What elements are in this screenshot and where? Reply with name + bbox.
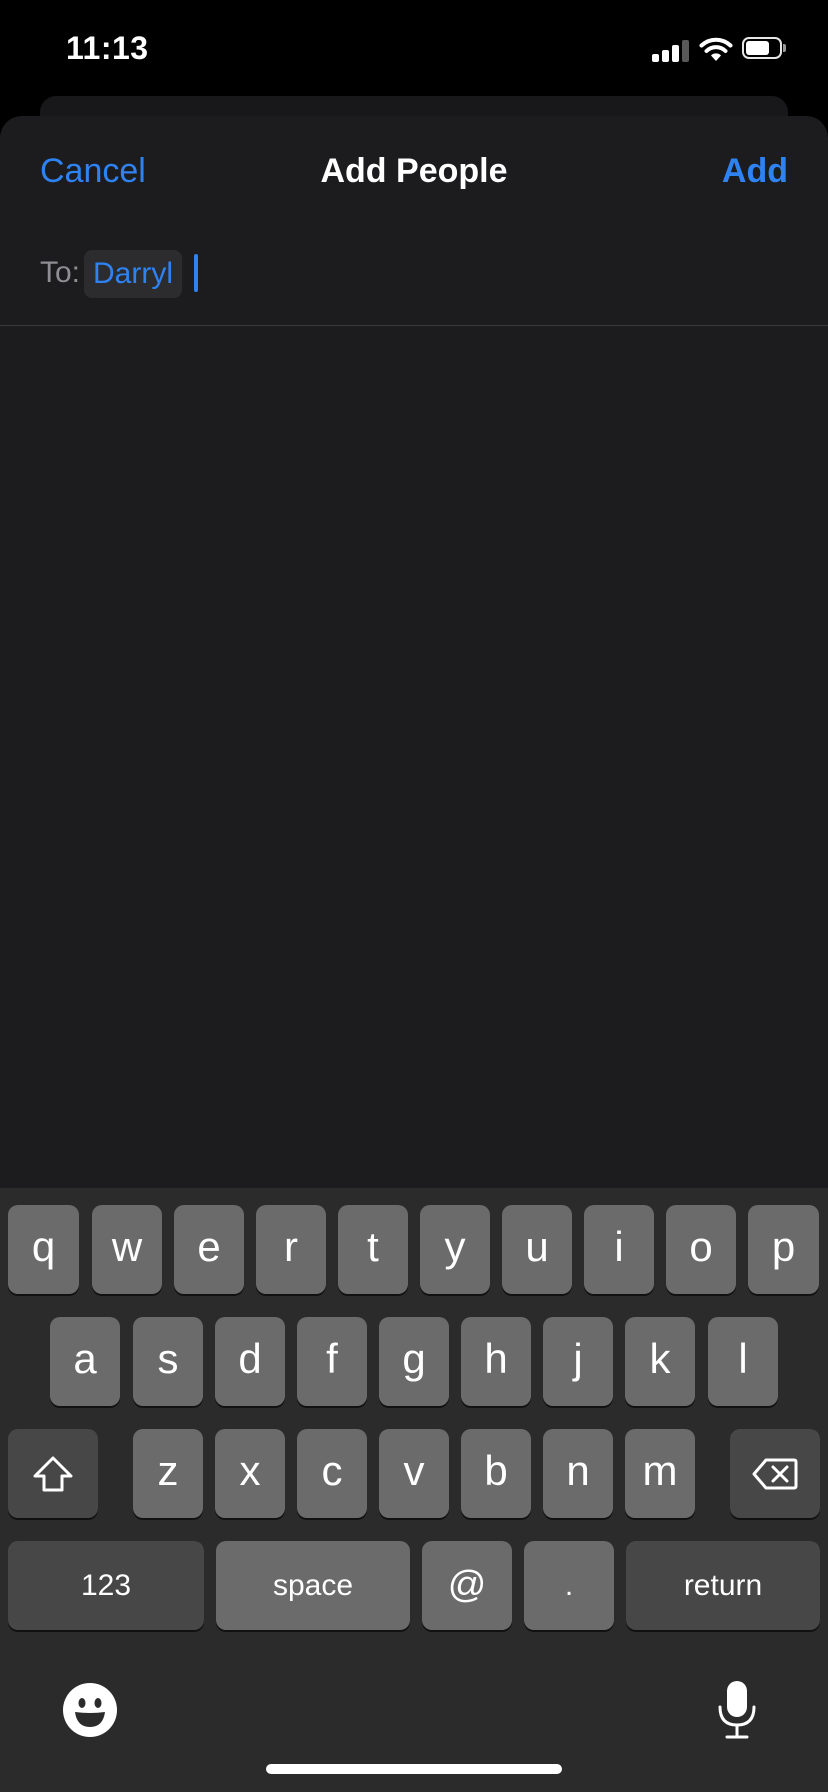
key-s[interactable]: s	[133, 1317, 203, 1406]
emoji-button[interactable]	[61, 1681, 119, 1739]
key-j[interactable]: j	[543, 1317, 613, 1406]
emoji-icon	[63, 1683, 117, 1737]
add-button[interactable]: Add	[722, 152, 788, 191]
at-key[interactable]: @	[422, 1541, 512, 1630]
recipient-token[interactable]: Darryl	[84, 250, 182, 298]
key-d[interactable]: d	[215, 1317, 285, 1406]
key-w[interactable]: w	[92, 1205, 162, 1294]
key-i[interactable]: i	[584, 1205, 654, 1294]
key-b[interactable]: b	[461, 1429, 531, 1518]
key-z[interactable]: z	[133, 1429, 203, 1518]
key-v[interactable]: v	[379, 1429, 449, 1518]
page-title: Add People	[320, 152, 508, 190]
backspace-key[interactable]	[730, 1429, 820, 1518]
key-f[interactable]: f	[297, 1317, 367, 1406]
to-label: To:	[40, 256, 81, 289]
backspace-icon	[752, 1458, 798, 1489]
key-a[interactable]: a	[50, 1317, 120, 1406]
key-t[interactable]: t	[338, 1205, 408, 1294]
space-key[interactable]: space	[216, 1541, 410, 1630]
status-bar: 11:13	[0, 0, 828, 96]
numbers-key[interactable]: 123	[8, 1541, 204, 1630]
key-l[interactable]: l	[708, 1317, 778, 1406]
key-y[interactable]: y	[420, 1205, 490, 1294]
shift-icon	[33, 1456, 73, 1491]
key-g[interactable]: g	[379, 1317, 449, 1406]
recipient-field[interactable]: To: Darryl	[0, 246, 828, 324]
key-m[interactable]: m	[625, 1429, 695, 1518]
key-p[interactable]: p	[748, 1205, 819, 1294]
dictation-button[interactable]	[714, 1679, 760, 1741]
return-key[interactable]: return	[626, 1541, 820, 1630]
divider	[0, 325, 828, 326]
status-time: 11:13	[66, 30, 149, 66]
text-cursor	[194, 254, 198, 292]
dot-key[interactable]: .	[524, 1541, 614, 1630]
key-x[interactable]: x	[215, 1429, 285, 1518]
cancel-button[interactable]: Cancel	[40, 152, 146, 191]
wifi-icon	[699, 36, 733, 62]
home-indicator[interactable]	[266, 1764, 562, 1774]
key-n[interactable]: n	[543, 1429, 613, 1518]
key-u[interactable]: u	[502, 1205, 572, 1294]
key-k[interactable]: k	[625, 1317, 695, 1406]
microphone-icon	[718, 1681, 756, 1739]
battery-icon	[742, 37, 788, 61]
key-o[interactable]: o	[666, 1205, 736, 1294]
key-q[interactable]: q	[8, 1205, 79, 1294]
signal-icon	[652, 38, 692, 62]
key-h[interactable]: h	[461, 1317, 531, 1406]
shift-key[interactable]	[8, 1429, 98, 1518]
key-c[interactable]: c	[297, 1429, 367, 1518]
key-r[interactable]: r	[256, 1205, 326, 1294]
key-e[interactable]: e	[174, 1205, 244, 1294]
